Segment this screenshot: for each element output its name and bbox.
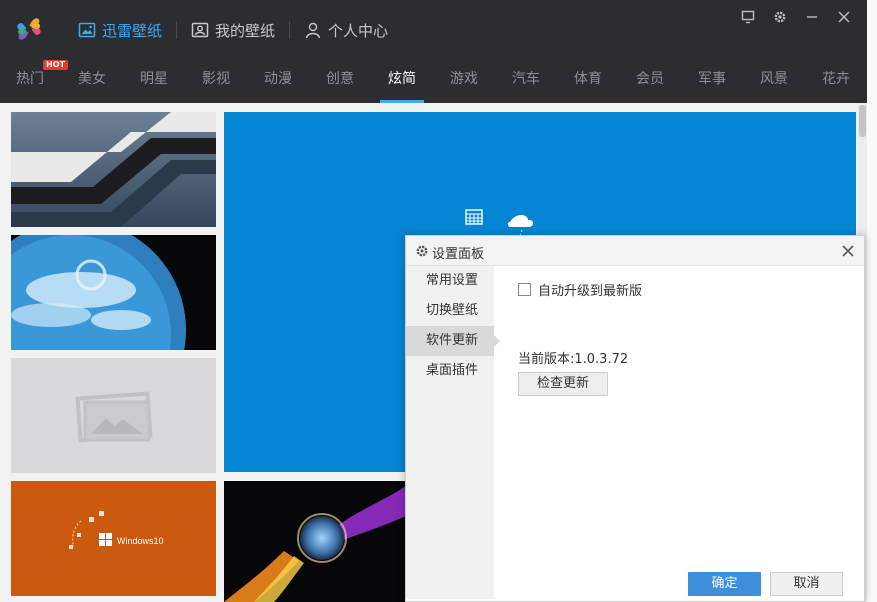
sidebar-item-label: 切换壁纸 [426, 303, 479, 318]
settings-button[interactable] [771, 8, 789, 26]
dialog-header: 设置面板 [406, 236, 864, 266]
hot-badge: HOT [43, 60, 68, 70]
category-tab-creative[interactable]: 创意 [314, 58, 366, 103]
minimize-icon [807, 16, 817, 18]
sidebar-item-label: 软件更新 [426, 333, 479, 348]
wallpaper-thumbnail[interactable] [11, 235, 216, 350]
settings-content: 自动升级到最新版 当前版本:1.0.3.72 检查更新 [494, 266, 864, 601]
category-label: 热门 [16, 71, 44, 87]
category-label: 体育 [574, 71, 602, 87]
gear-icon [416, 245, 428, 257]
nav-personal-center[interactable]: 个人中心 [302, 14, 400, 46]
auto-upgrade-option[interactable]: 自动升级到最新版 [518, 280, 642, 299]
sidebar-item-label: 桌面插件 [426, 363, 479, 378]
category-tab-scenery[interactable]: 风景 [748, 58, 800, 103]
wallpaper-thumbnail[interactable]: Windows10 [11, 481, 216, 596]
category-tab-minimal[interactable]: 炫简 [376, 58, 428, 103]
check-update-button[interactable]: 检查更新 [518, 372, 608, 396]
sidebar-item-label: 常用设置 [426, 273, 479, 288]
gear-icon [774, 11, 786, 23]
category-tab-cars[interactable]: 汽车 [500, 58, 552, 103]
app-logo [17, 18, 41, 40]
close-icon [838, 11, 850, 23]
auto-upgrade-label: 自动升级到最新版 [538, 284, 643, 299]
window-edge [867, 0, 877, 602]
dialog-title: 设置面板 [432, 247, 485, 262]
category-label: 影视 [202, 71, 230, 87]
person-icon [305, 22, 321, 39]
ok-button[interactable]: 确定 [688, 572, 761, 596]
cancel-button[interactable]: 取消 [770, 572, 843, 596]
settings-sidebar: 常用设置 切换壁纸 软件更新 桌面插件 [406, 266, 500, 599]
sidebar-item-desktop-plugins[interactable]: 桌面插件 [406, 356, 494, 386]
category-label: 游戏 [450, 71, 478, 87]
category-tab-stars[interactable]: 明星 [128, 58, 180, 103]
settings-dialog: 设置面板 常用设置 切换壁纸 软件更新 桌面插件 自动升级到最新版 当前版本:1… [405, 235, 865, 602]
category-tab-film[interactable]: 影视 [190, 58, 242, 103]
nav-label: 个人中心 [328, 21, 389, 40]
category-bar: 热门 HOT 美女 明星 影视 动漫 创意 炫简 游戏 汽车 体育 会员 军事 … [0, 58, 867, 103]
category-label: 美女 [78, 71, 106, 87]
nav-divider [289, 21, 291, 39]
category-label: 创意 [326, 71, 354, 87]
user-image-icon [191, 22, 209, 38]
category-tab-beauty[interactable]: 美女 [66, 58, 118, 103]
planet-image [11, 235, 216, 350]
abstract-stripes-image [11, 112, 216, 227]
auto-upgrade-checkbox[interactable] [518, 283, 531, 296]
category-tab-sports[interactable]: 体育 [562, 58, 614, 103]
category-tab-military[interactable]: 军事 [686, 58, 738, 103]
category-label: 风景 [760, 71, 788, 87]
wallpaper-thumbnail[interactable] [224, 481, 406, 602]
category-tab-hot[interactable]: 热门 HOT [4, 58, 68, 103]
window-controls [739, 8, 853, 26]
nav-my-wallpaper[interactable]: 我的壁纸 [189, 14, 287, 46]
wallpaper-thumbnail[interactable] [11, 358, 216, 473]
sidebar-item-general[interactable]: 常用设置 [406, 266, 494, 296]
minimize-button[interactable] [803, 8, 821, 26]
image-icon [78, 22, 96, 38]
nav-label: 迅雷壁纸 [102, 21, 163, 40]
category-tab-flowers[interactable]: 花卉 [810, 58, 862, 103]
category-label: 炫简 [388, 71, 416, 87]
category-label: 军事 [698, 71, 726, 87]
close-icon [842, 245, 854, 257]
wallpaper-app-window: 迅雷壁纸 我的壁纸 个人中心 热门 HOT 美女 明星 影视 动漫 创意 炫简 … [0, 0, 877, 602]
wallpaper-thumbnail[interactable] [11, 112, 216, 227]
current-version-text: 当前版本:1.0.3.72 [518, 352, 629, 367]
skin-icon [741, 10, 755, 24]
fiery-planet-image [224, 481, 406, 602]
dialog-close-button[interactable] [838, 241, 858, 261]
scroll-thumb[interactable] [859, 105, 866, 137]
category-label: 汽车 [512, 71, 540, 87]
nav-xunlei-wallpaper[interactable]: 迅雷壁纸 [76, 14, 174, 46]
category-label: 会员 [636, 71, 664, 87]
sidebar-item-switch-wallpaper[interactable]: 切换壁纸 [406, 296, 494, 326]
category-label: 明星 [140, 71, 168, 87]
windows-label: Windows10 [117, 536, 164, 546]
category-label: 动漫 [264, 71, 292, 87]
top-navigation: 迅雷壁纸 我的壁纸 个人中心 [76, 14, 400, 46]
category-tab-members[interactable]: 会员 [624, 58, 676, 103]
nav-label: 我的壁纸 [215, 21, 276, 40]
category-tab-games[interactable]: 游戏 [438, 58, 490, 103]
skin-button[interactable] [739, 8, 757, 26]
category-tab-anime[interactable]: 动漫 [252, 58, 304, 103]
sidebar-item-software-update[interactable]: 软件更新 [406, 326, 500, 356]
windows-orange-image [11, 481, 216, 596]
nav-divider [176, 21, 178, 39]
category-label: 花卉 [822, 71, 850, 87]
title-bar: 迅雷壁纸 我的壁纸 个人中心 [0, 0, 867, 58]
close-button[interactable] [835, 8, 853, 26]
placeholder-image-icon [75, 391, 153, 443]
